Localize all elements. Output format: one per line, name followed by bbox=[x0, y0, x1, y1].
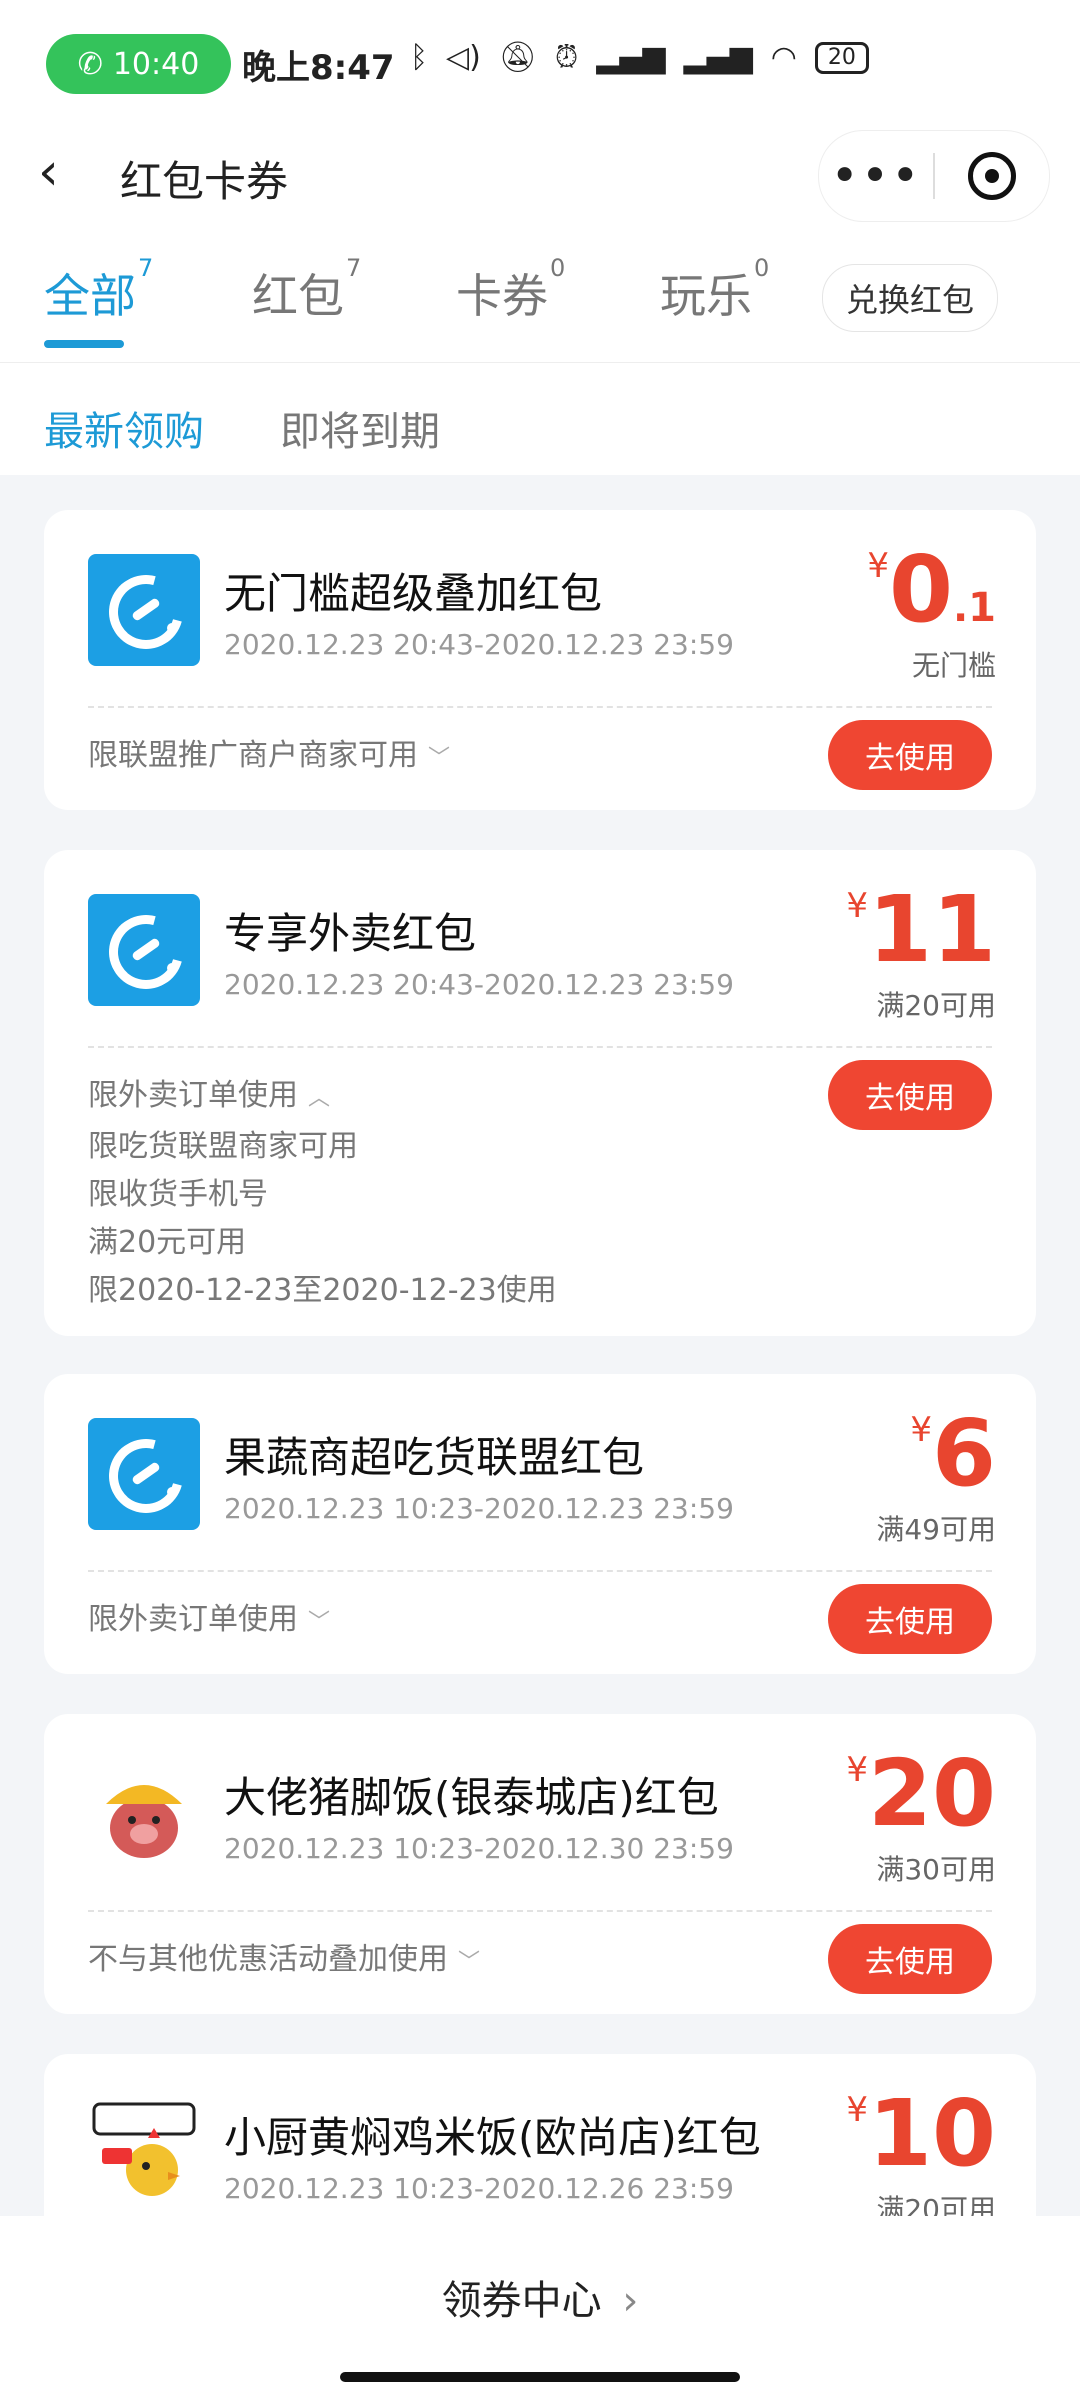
eleme-logo-icon bbox=[88, 894, 200, 1006]
miniapp-capsule: ••• bbox=[818, 130, 1050, 222]
close-miniapp-icon[interactable] bbox=[935, 152, 1049, 200]
tab-red-packet[interactable]: 红包7 bbox=[252, 254, 361, 326]
use-coupon-button[interactable]: 去使用 bbox=[828, 1584, 992, 1654]
chevron-up-icon: ︿ bbox=[308, 1086, 331, 1111]
phone-icon: ✆ bbox=[77, 46, 103, 82]
coupon-condition: 无门槛 bbox=[911, 649, 996, 682]
coupon-condition: 满20可用 bbox=[876, 989, 996, 1022]
active-tab-indicator bbox=[44, 340, 124, 348]
coupon-restriction[interactable]: 限联盟推广商户商家可用 ﹀ bbox=[88, 732, 450, 783]
category-tabs: 全部7 红包7 卡券0 玩乐0 兑换红包 bbox=[0, 230, 1080, 363]
subtab-newest[interactable]: 最新领购 bbox=[44, 399, 204, 457]
eleme-logo-icon bbox=[88, 554, 200, 666]
battery-icon: 20 bbox=[814, 41, 869, 74]
wifi-icon: ◠ bbox=[770, 40, 797, 75]
use-coupon-button[interactable]: 去使用 bbox=[828, 720, 992, 790]
coupon-amount: ¥20 bbox=[846, 1740, 996, 1847]
call-timer: 10:40 bbox=[112, 46, 200, 82]
bluetooth-icon: ᛒ bbox=[410, 40, 428, 75]
coupon-amount: ¥11 bbox=[846, 876, 996, 983]
home-indicator[interactable] bbox=[340, 2372, 740, 2382]
use-coupon-button[interactable]: 去使用 bbox=[828, 1924, 992, 1994]
redeem-red-packet-button[interactable]: 兑换红包 bbox=[822, 264, 998, 332]
mute-bell-icon: 🔕︎ bbox=[498, 40, 537, 75]
divider bbox=[88, 1046, 992, 1048]
divider bbox=[88, 706, 992, 708]
bottom-bar: 领券中心 › bbox=[0, 2216, 1080, 2400]
coupon-amount: ¥0.1 bbox=[867, 536, 996, 643]
sort-tabs: 最新领购 即将到期 bbox=[0, 363, 1080, 475]
coupon-title: 大佬猪脚饭(银泰城店)红包 bbox=[224, 1773, 719, 1822]
coupon-restriction[interactable]: 限外卖订单使用 ﹀ bbox=[88, 1596, 330, 1647]
tab-fun[interactable]: 玩乐0 bbox=[660, 254, 769, 326]
eleme-logo-icon bbox=[88, 1418, 200, 1530]
status-bar: ✆ 10:40 晚上8:47 ᛒ ◁) 🔕︎ ⏰︎ ▂▄▆ ▂▄▆ ◠ 20 bbox=[0, 0, 1080, 120]
coupon-validity: 2020.12.23 10:23-2020.12.23 23:59 bbox=[224, 1492, 734, 1525]
coupon-restriction-list[interactable]: 限外卖订单使用 ︿ 限吃货联盟商家可用 限收货手机号 满20元可用 限2020-1… bbox=[88, 1072, 557, 1315]
coupon-condition: 满30可用 bbox=[876, 1853, 996, 1886]
coupon-card[interactable]: 大佬猪脚饭(银泰城店)红包 2020.12.23 10:23-2020.12.3… bbox=[44, 1714, 1036, 2014]
signal-icon: ▂▄▆ bbox=[596, 40, 666, 75]
use-coupon-button[interactable]: 去使用 bbox=[828, 1060, 992, 1130]
coupon-amount: ¥10 bbox=[846, 2080, 996, 2187]
subtab-expiring[interactable]: 即将到期 bbox=[280, 399, 440, 457]
clock: 晚上8:47 bbox=[242, 48, 395, 88]
page-title: 红包卡券 bbox=[120, 157, 289, 206]
coupon-title: 无门槛超级叠加红包 bbox=[224, 569, 603, 618]
coupon-title: 果蔬商超吃货联盟红包 bbox=[224, 1433, 645, 1482]
divider bbox=[88, 1910, 992, 1912]
coupon-amount: ¥6 bbox=[910, 1400, 996, 1507]
ongoing-call-pill[interactable]: ✆ 10:40 bbox=[46, 34, 231, 94]
chevron-right-icon: › bbox=[622, 2278, 639, 2324]
coupon-condition: 满49可用 bbox=[876, 1513, 996, 1546]
coupon-validity: 2020.12.23 20:43-2020.12.23 23:59 bbox=[224, 968, 734, 1001]
nav-bar: ‹ 红包卡券 ••• bbox=[0, 120, 1080, 230]
back-icon[interactable]: ‹ bbox=[38, 142, 98, 202]
chevron-down-icon: ﹀ bbox=[458, 1950, 481, 1975]
status-icons: ᛒ ◁) 🔕︎ ⏰︎ ▂▄▆ ▂▄▆ ◠ 20 bbox=[410, 40, 869, 75]
chicken-mascot-logo-icon bbox=[88, 2098, 200, 2210]
coupon-card[interactable]: 专享外卖红包 2020.12.23 20:43-2020.12.23 23:59… bbox=[44, 850, 1036, 1336]
coupon-title: 专享外卖红包 bbox=[224, 909, 477, 958]
tab-all[interactable]: 全部7 bbox=[44, 254, 153, 326]
coupon-validity: 2020.12.23 10:23-2020.12.30 23:59 bbox=[224, 1832, 734, 1865]
coupon-validity: 2020.12.23 10:23-2020.12.26 23:59 bbox=[224, 2172, 734, 2205]
coupon-card[interactable]: 果蔬商超吃货联盟红包 2020.12.23 10:23-2020.12.23 2… bbox=[44, 1374, 1036, 1674]
pig-mascot-logo-icon bbox=[88, 1758, 200, 1870]
vibrate-icon: ◁) bbox=[446, 40, 481, 75]
coupon-restriction[interactable]: 不与其他优惠活动叠加使用 ﹀ bbox=[88, 1936, 480, 1987]
signal-2-icon: ▂▄▆ bbox=[683, 40, 753, 75]
coupon-center-link[interactable]: 领券中心 › bbox=[0, 2268, 1080, 2326]
chevron-down-icon: ﹀ bbox=[308, 1610, 331, 1635]
coupon-card[interactable]: 无门槛超级叠加红包 2020.12.23 20:43-2020.12.23 23… bbox=[44, 510, 1036, 810]
coupon-validity: 2020.12.23 20:43-2020.12.23 23:59 bbox=[224, 628, 734, 661]
divider bbox=[88, 1570, 992, 1572]
more-icon[interactable]: ••• bbox=[819, 148, 933, 204]
coupon-title: 小厨黄焖鸡米饭(欧尚店)红包 bbox=[224, 2113, 761, 2162]
tab-cards[interactable]: 卡券0 bbox=[456, 254, 565, 326]
alarm-icon: ⏰︎ bbox=[554, 40, 579, 75]
chevron-down-icon: ﹀ bbox=[428, 746, 451, 771]
